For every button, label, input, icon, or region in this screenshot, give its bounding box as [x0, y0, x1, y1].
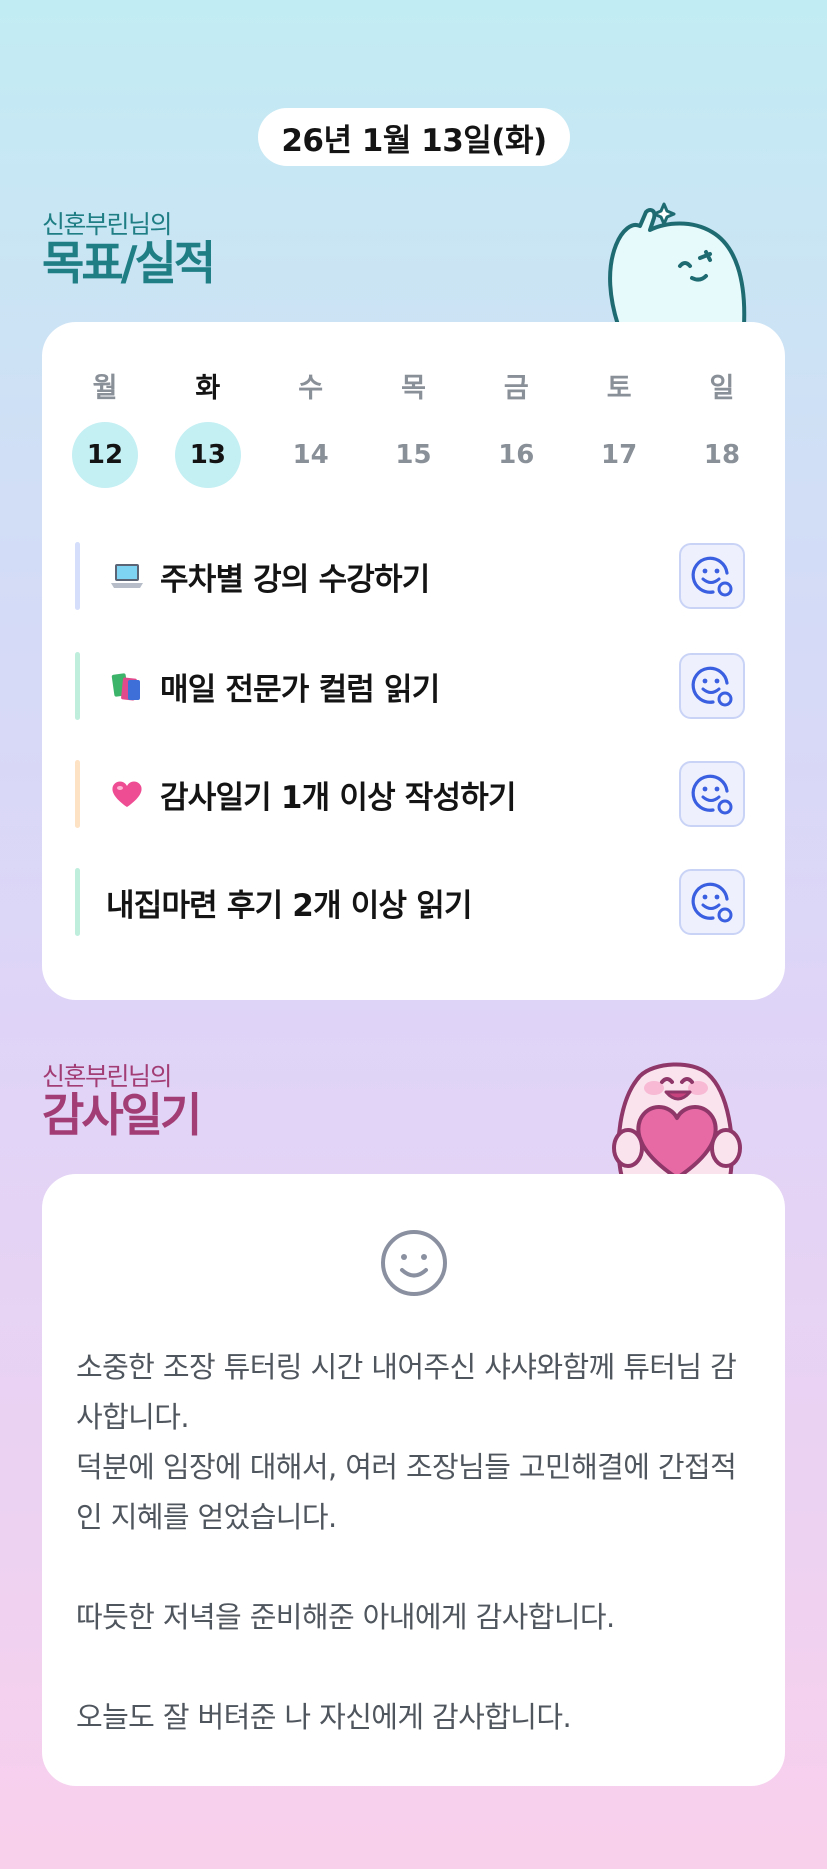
day-sun[interactable]: 일 18	[689, 374, 755, 488]
day-number: 12	[72, 422, 138, 488]
day-number: 15	[395, 440, 432, 470]
reaction-button[interactable]	[679, 653, 745, 719]
diary-text: 소중한 조장 튜터링 시간 내어주신 샤샤와함께 튜터님 감사합니다. 덕분에 …	[76, 1342, 761, 1742]
day-wed[interactable]: 수 14	[278, 374, 344, 488]
goals-card: 월 12 화 13 수 14 목 15 금 16 토 17 일 18 주차별 강의 수강하기 …	[42, 322, 785, 1000]
goal-item: 주차별 강의 수강하기	[75, 542, 745, 610]
diary-line: 따듯한 저녁을 준비해준 아내에게 감사합니다.	[76, 1600, 615, 1634]
day-number: 17	[601, 440, 638, 470]
goal-item: 감사일기 1개 이상 작성하기	[75, 760, 745, 828]
goal-accent-bar	[75, 542, 80, 610]
diary-card: 소중한 조장 튜터링 시간 내어주신 샤샤와함께 튜터님 감사합니다. 덕분에 …	[42, 1174, 785, 1786]
goals-section-heading: 신혼부린님의 목표/실적	[42, 210, 216, 290]
date-label: 26년 1월 13일(화)	[281, 122, 547, 159]
reaction-button[interactable]	[679, 543, 745, 609]
date-pill[interactable]: 26년 1월 13일(화)	[258, 108, 570, 166]
goal-text: 감사일기 1개 이상 작성하기	[160, 779, 516, 816]
add-reaction-icon	[691, 774, 733, 815]
goal-item: 내집마련 후기 2개 이상 읽기	[75, 868, 745, 936]
day-name: 일	[709, 373, 735, 404]
diary-line: 덕분에 임장에 대해서, 여러 조장님들 고민해결에 간접적인 지혜를 얻었습니…	[76, 1450, 737, 1534]
goal-text: 주차별 강의 수강하기	[160, 561, 430, 598]
diary-line: 소중한 조장 튜터링 시간 내어주신 샤샤와함께 튜터님 감사합니다.	[76, 1350, 737, 1434]
diary-section-heading: 신혼부린님의 감사일기	[42, 1062, 202, 1142]
week-calendar: 월 12 화 13 수 14 목 15 금 16 토 17 일 18	[72, 374, 755, 488]
goal-accent-bar	[75, 868, 80, 936]
goal-text: 내집마련 후기 2개 이상 읽기	[106, 887, 472, 924]
add-reaction-icon	[691, 556, 733, 597]
day-fri[interactable]: 금 16	[483, 374, 549, 488]
mascot-heart-illustration	[612, 1062, 742, 1178]
diary-title: 감사일기	[42, 1088, 202, 1142]
day-number: 18	[703, 440, 741, 470]
day-name: 금	[503, 373, 529, 404]
reaction-button[interactable]	[679, 869, 745, 935]
day-sat[interactable]: 토 17	[586, 374, 652, 488]
day-number: 13	[174, 422, 241, 488]
mascot-sparkle-illustration	[608, 202, 747, 325]
day-name: 월	[92, 373, 118, 404]
goals-subtitle: 신혼부린님의	[42, 210, 173, 239]
day-mon[interactable]: 월 12	[72, 374, 138, 488]
goals-title: 목표/실적	[42, 236, 216, 290]
day-name: 목	[401, 373, 426, 404]
add-reaction-icon	[691, 666, 733, 707]
diary-subtitle: 신혼부린님의	[42, 1062, 173, 1091]
reaction-button[interactable]	[679, 761, 745, 827]
goal-accent-bar	[75, 760, 80, 828]
laptop-icon	[110, 559, 144, 593]
smiley-icon[interactable]	[379, 1228, 449, 1298]
day-number: 16	[498, 440, 535, 470]
day-name: 화	[195, 373, 221, 404]
goal-accent-bar	[75, 652, 80, 720]
heart-icon	[110, 777, 144, 811]
day-tue[interactable]: 화 13	[174, 373, 241, 488]
goal-text: 매일 전문가 컬럼 읽기	[160, 671, 440, 708]
books-icon	[110, 669, 144, 703]
day-name: 토	[606, 373, 632, 404]
day-number: 14	[292, 440, 329, 470]
day-name: 수	[298, 373, 324, 404]
add-reaction-icon	[691, 882, 733, 923]
day-thu[interactable]: 목 15	[380, 374, 446, 488]
diary-line: 오늘도 잘 버텨준 나 자신에게 감사합니다.	[76, 1700, 572, 1734]
diary-line	[76, 1542, 761, 1592]
diary-line	[76, 1642, 761, 1692]
goal-item: 매일 전문가 컬럼 읽기	[75, 652, 745, 720]
